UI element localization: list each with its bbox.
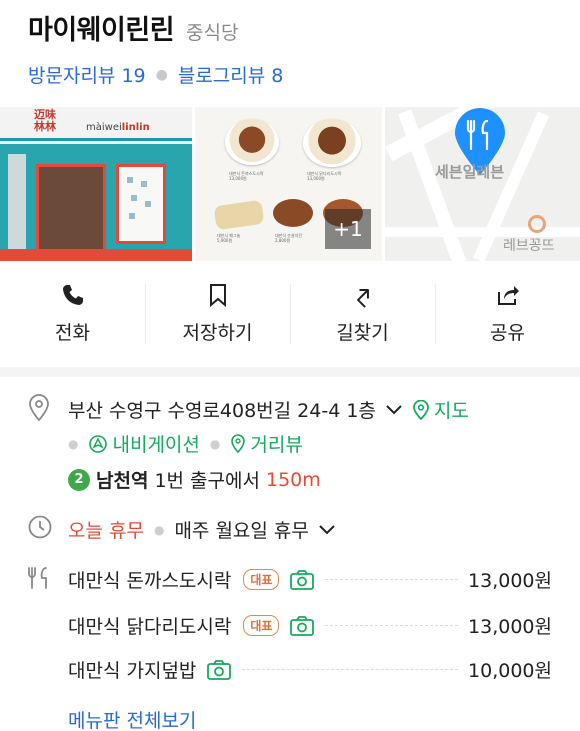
blog-reviews-link[interactable]: 블로그리뷰 8	[178, 61, 284, 88]
action-bar: 전화 저장하기 길찾기 공유	[0, 276, 580, 354]
map-label-lebcomte: 레브꽁뜨	[503, 238, 555, 254]
hours-status: 오늘 휴무	[68, 520, 144, 542]
store-sign-brand: màiweilinlin	[86, 122, 150, 133]
more-photos-badge[interactable]: +1	[325, 209, 371, 249]
storefront-photo[interactable]: 迈味 林林 màiweilinlin	[0, 107, 192, 261]
menu-item-price: 13,000원	[468, 570, 552, 592]
street-view-icon	[231, 433, 246, 453]
store-sign-chinese: 迈味 林林	[34, 108, 56, 133]
call-label: 전화	[55, 322, 90, 344]
navigation-link[interactable]: 내비게이션	[112, 430, 199, 457]
menu-item-name: 대만식 가지덮밥	[68, 660, 197, 682]
separator-dot: ●	[153, 522, 165, 537]
address-text: 부산 수영구 수영로408번길 24-4 1층	[68, 400, 376, 422]
store-signboard: 迈味 林林 màiweilinlin	[0, 107, 192, 141]
visitor-reviews-link[interactable]: 방문자리뷰 19	[28, 61, 146, 88]
fork-knife-icon	[28, 567, 47, 589]
share-label: 공유	[490, 322, 525, 344]
separator-dot: ●	[155, 66, 168, 83]
call-button[interactable]: 전화	[0, 276, 145, 354]
subway-station: 남천역	[96, 470, 149, 492]
save-label: 저장하기	[182, 322, 253, 344]
save-button[interactable]: 저장하기	[145, 276, 290, 354]
navigation-icon	[89, 434, 108, 453]
menu-board-photo[interactable]: 대만식 돈까스도시락 13,000원 대만식 닭다리도시락 13,000원 대만식 …	[195, 107, 382, 261]
menu-item-price: 13,000원	[468, 616, 552, 638]
place-header: 마이웨이린린 중식당 방문자리뷰 19 ● 블로그리뷰 8	[28, 8, 560, 88]
subway-exit: 1번 출구에서	[154, 470, 260, 492]
store-facade	[0, 144, 192, 261]
clock-icon	[28, 515, 52, 539]
chevron-down-icon[interactable]	[384, 403, 404, 417]
dotted-leader	[242, 669, 459, 670]
camera-icon[interactable]	[206, 659, 232, 681]
representative-badge: 대표	[243, 615, 280, 636]
dotted-leader	[325, 625, 459, 626]
street-view-link[interactable]: 거리뷰	[250, 430, 302, 457]
representative-badge: 대표	[243, 569, 280, 590]
map-label-seven-eleven: 세븐일레븐	[435, 163, 505, 181]
menu-item[interactable]: 대만식 가지덮밥 10,000원	[68, 656, 552, 683]
camera-icon[interactable]	[289, 615, 315, 637]
address-row: 부산 수영구 수영로408번길 24-4 1층 지도	[68, 396, 469, 423]
chevron-down-icon[interactable]	[317, 523, 337, 537]
map-marker-icon	[413, 399, 429, 420]
place-category: 중식당	[186, 22, 239, 44]
directions-button[interactable]: 길찾기	[290, 276, 435, 354]
directions-label: 길찾기	[336, 322, 389, 344]
subway-distance: 150m	[265, 468, 321, 491]
separator-dot: ●	[68, 436, 79, 451]
menu-item-price: 10,000원	[468, 660, 552, 682]
phone-icon	[62, 285, 83, 305]
map-thumbnail[interactable]: 세븐일레븐 레브꽁뜨	[385, 107, 580, 261]
place-name: 마이웨이린린	[28, 15, 175, 46]
location-pin-icon	[29, 394, 49, 422]
address-links-row: ● 내비게이션 ● 거리뷰	[68, 430, 303, 457]
menu-item-name: 대만식 돈까스도시락	[68, 570, 232, 592]
directions-icon	[356, 289, 369, 308]
share-button[interactable]: 공유	[435, 276, 580, 354]
menu-item-name: 대만식 닭다리도시락	[68, 616, 232, 638]
menu-item[interactable]: 대만식 돈까스도시락 대표 13,000원	[68, 566, 552, 593]
section-divider	[0, 367, 580, 377]
menu-item[interactable]: 대만식 닭다리도시락 대표 13,000원	[68, 612, 552, 639]
subway-row: 2 남천역 1번 출구에서 150m	[68, 466, 321, 493]
map-poi-marker	[528, 215, 546, 233]
share-icon	[497, 286, 519, 305]
hours-row[interactable]: 오늘 휴무 ● 매주 월요일 휴무	[68, 516, 337, 543]
view-full-menu-link[interactable]: 메뉴판 전체보기	[68, 706, 196, 731]
map-link[interactable]: 지도	[434, 396, 469, 423]
subway-line-badge: 2	[68, 468, 90, 491]
camera-icon[interactable]	[289, 569, 315, 591]
separator-dot: ●	[209, 436, 221, 451]
hours-detail: 매주 월요일 휴무	[174, 520, 309, 542]
dotted-leader	[325, 579, 459, 580]
photo-strip: 迈味 林林 màiweilinlin 대만식 돈까스도시락 13,000원 대만식 …	[0, 107, 580, 261]
bookmark-icon	[209, 284, 226, 308]
